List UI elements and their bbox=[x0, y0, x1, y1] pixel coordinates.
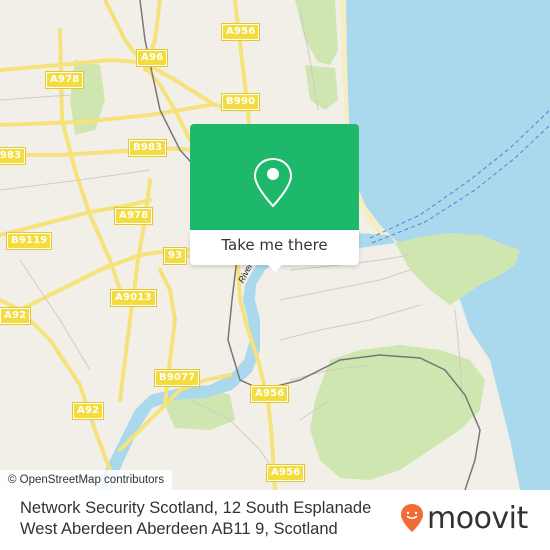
map-attribution[interactable]: © OpenStreetMap contributors bbox=[0, 470, 173, 490]
road-label-b9077: B9077 bbox=[153, 369, 201, 387]
road-label-a92-bottom: A92 bbox=[71, 402, 105, 420]
map-pin-icon bbox=[253, 157, 293, 208]
road-label-b983: B983 bbox=[127, 139, 168, 157]
road-label-a978-mid: A978 bbox=[113, 207, 154, 225]
footer: Network Security Scotland, 12 South Espl… bbox=[0, 490, 550, 550]
road-label-a956: A956 bbox=[220, 23, 261, 41]
moovit-wordmark: moovit bbox=[427, 500, 528, 536]
popup-header bbox=[190, 124, 359, 230]
road bbox=[0, 57, 142, 72]
road-label-a92-top: A92 bbox=[0, 307, 32, 325]
road-label-a96: A96 bbox=[135, 49, 169, 67]
location-popup: Take me there bbox=[190, 124, 359, 272]
road-label-b93: 93 bbox=[162, 247, 188, 265]
park-links-2 bbox=[305, 65, 338, 110]
road bbox=[233, 0, 252, 142]
road-label-b983-left: B983 bbox=[0, 147, 27, 165]
moovit-logo[interactable]: moovit bbox=[400, 498, 528, 538]
road-label-a978: A978 bbox=[44, 71, 85, 89]
road-label-b990: B990 bbox=[220, 93, 261, 111]
address-line-2: West Aberdeen Aberdeen AB11 9, Scotland bbox=[20, 520, 338, 538]
road-label-a956-mid: A956 bbox=[249, 385, 290, 403]
road-label-a9013: A9013 bbox=[110, 289, 157, 307]
road bbox=[0, 298, 112, 472]
moovit-pin-icon bbox=[401, 504, 423, 532]
park-links bbox=[295, 0, 338, 65]
take-me-there-button[interactable]: Take me there bbox=[190, 230, 359, 265]
popup-pointer bbox=[266, 263, 284, 272]
park-south bbox=[310, 345, 485, 480]
address-line-1: Network Security Scotland, 12 South Espl… bbox=[20, 499, 372, 517]
road-label-b9119: B9119 bbox=[5, 232, 53, 250]
address: Network Security Scotland, 12 South Espl… bbox=[20, 498, 380, 540]
road-label-a956-bottom: A956 bbox=[265, 464, 306, 482]
